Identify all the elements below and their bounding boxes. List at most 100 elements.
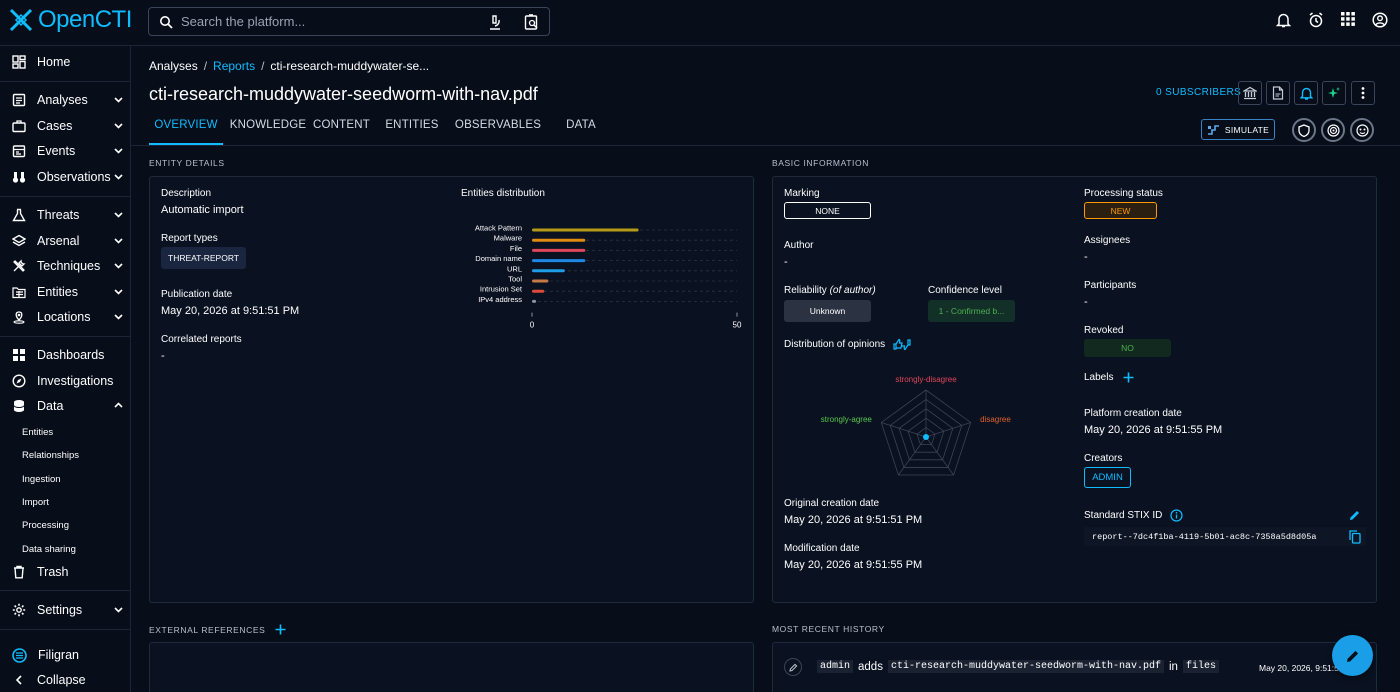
sidebar-subitem-entities[interactable]: Entities [22, 427, 53, 438]
logo[interactable]: OpenCTI [8, 6, 132, 34]
reliability-label: Reliability (of author) [784, 285, 876, 296]
map-marker-icon [12, 310, 26, 324]
external-references-title-text: EXTERNAL REFERENCES [149, 624, 266, 635]
sidebar-divider [0, 590, 130, 591]
thumbs-icon[interactable] [893, 338, 911, 351]
tab-entities[interactable]: ENTITIES [372, 112, 452, 145]
sidebar-item-investigations[interactable]: Investigations [0, 369, 130, 393]
notifications-icon[interactable] [1276, 12, 1291, 28]
search-bar[interactable] [148, 7, 550, 36]
analyses-icon [12, 93, 26, 107]
reliability-label-sub: (of author) [829, 285, 876, 296]
search-input[interactable] [181, 14, 480, 29]
marking-chip: NONE [784, 202, 871, 219]
tab-knowledge[interactable]: KNOWLEDGE [223, 112, 313, 145]
confidence-chip: 1 - Confirmed b... [928, 300, 1015, 322]
external-references-title: EXTERNAL REFERENCES [149, 624, 286, 635]
opinions-radar-chart: strongly-disagreedisagreeneutralagreestr… [821, 375, 1011, 476]
sidebar-item-label: Collapse [37, 673, 86, 687]
alarm-clock-icon[interactable] [1308, 12, 1324, 28]
tab-observables[interactable]: OBSERVABLES [452, 112, 544, 145]
sidebar-item-label: Locations [37, 310, 91, 324]
sidebar-item-entities[interactable]: Entities [0, 280, 130, 304]
events-icon [12, 144, 26, 158]
sidebar-item-label: Entities [37, 285, 78, 299]
tabs-divider [131, 145, 1400, 146]
tab-data[interactable]: DATA [551, 112, 611, 145]
sidebar-item-observations[interactable]: Observations [0, 165, 130, 189]
chart-tick-label: 0 [530, 321, 535, 330]
edit-stix-icon[interactable] [1348, 509, 1361, 522]
sidebar-item-locations[interactable]: Locations [0, 305, 130, 329]
sidebar-item-label: Trash [37, 565, 69, 579]
bank-button[interactable] [1238, 81, 1262, 105]
search-document-icon[interactable] [524, 13, 539, 30]
ai-button[interactable] [1322, 81, 1346, 105]
account-icon[interactable] [1372, 12, 1388, 28]
original-creation-label: Original creation date [784, 498, 880, 509]
sidebar-item-label: Filigran [38, 648, 79, 662]
sidebar-subitem-processing[interactable]: Processing [22, 520, 69, 531]
sidebar-subitem-import[interactable]: Import [22, 497, 49, 508]
sidebar-item-events[interactable]: Events [0, 139, 130, 163]
edit-fab-button[interactable] [1332, 635, 1373, 676]
chart-bar [532, 238, 586, 242]
info-icon[interactable] [1170, 509, 1183, 522]
microscope-icon[interactable] [488, 14, 502, 30]
more-options-button[interactable] [1351, 81, 1375, 105]
breadcrumb-reports[interactable]: Reports [213, 59, 255, 73]
sidebar-subitem-ingestion[interactable]: Ingestion [22, 474, 61, 485]
sidebar-item-threats[interactable]: Threats [0, 203, 130, 227]
pencil-icon [788, 663, 798, 672]
sidebar-subitem-relationships[interactable]: Relationships [22, 450, 79, 461]
shield-button[interactable] [1292, 118, 1316, 142]
sidebar-item-dashboards[interactable]: Dashboards [0, 343, 130, 367]
tab-overview[interactable]: OVERVIEW [149, 112, 223, 145]
chevron-down-icon [113, 94, 124, 105]
subscribe-button[interactable] [1294, 81, 1318, 105]
subscribers-button[interactable]: 0 SUBSCRIBERS [1156, 87, 1241, 98]
export-pdf-button[interactable] [1266, 81, 1290, 105]
history-entry: admin adds cti-research-muddywater-seedw… [817, 660, 1219, 673]
sidebar-item-techniques[interactable]: Techniques [0, 254, 130, 278]
sidebar: Home Analyses Cases Events Observations … [0, 46, 131, 692]
target-button[interactable] [1321, 118, 1345, 142]
simulate-button[interactable]: SIMULATE [1201, 119, 1275, 140]
participants-label: Participants [1084, 280, 1137, 291]
apps-grid-icon[interactable] [1341, 12, 1355, 28]
add-label-icon[interactable] [1123, 372, 1134, 383]
creator-chip[interactable]: ADMIN [1084, 467, 1131, 488]
sidebar-subitem-data-sharing[interactable]: Data sharing [22, 544, 76, 555]
sidebar-item-settings[interactable]: Settings [0, 598, 130, 622]
history-object: cti-research-muddywater-seedworm-with-na… [887, 660, 1164, 673]
threat-actor-button[interactable] [1350, 118, 1374, 142]
tab-content[interactable]: CONTENT [313, 112, 370, 145]
flask-icon [12, 208, 26, 222]
radar-axis-label: strongly-disagree [895, 375, 957, 384]
sidebar-item-cases[interactable]: Cases [0, 114, 130, 138]
sidebar-item-filigran[interactable]: Filigran [0, 643, 130, 667]
logo-text: OpenCTI [38, 6, 132, 33]
chevron-up-icon [113, 400, 124, 411]
sidebar-item-arsenal[interactable]: Arsenal [0, 229, 130, 253]
chart-category-label: Attack Pattern [475, 224, 522, 233]
copy-icon[interactable] [1349, 530, 1361, 544]
processing-status-chip: NEW [1084, 202, 1157, 219]
chart-bar [532, 248, 586, 252]
sidebar-item-label: Investigations [37, 374, 114, 388]
sidebar-item-data[interactable]: Data [0, 394, 130, 418]
chart-category-label: Tool [508, 275, 522, 284]
simulate-label: SIMULATE [1224, 124, 1270, 135]
sidebar-item-analyses[interactable]: Analyses [0, 88, 130, 112]
edit-icon [1345, 648, 1361, 664]
add-reference-icon[interactable] [275, 624, 286, 635]
chevron-down-icon [113, 604, 124, 615]
sidebar-collapse-button[interactable]: Collapse [0, 668, 130, 692]
opinions-label: Distribution of opinions [784, 338, 911, 351]
sidebar-item-home[interactable]: Home [0, 50, 130, 74]
shield-icon [1298, 123, 1310, 137]
sidebar-item-trash[interactable]: Trash [0, 560, 130, 584]
breadcrumb-analyses[interactable]: Analyses [149, 59, 198, 73]
opinions-label-text: Distribution of opinions [784, 339, 886, 350]
breadcrumb-separator: / [261, 59, 265, 73]
